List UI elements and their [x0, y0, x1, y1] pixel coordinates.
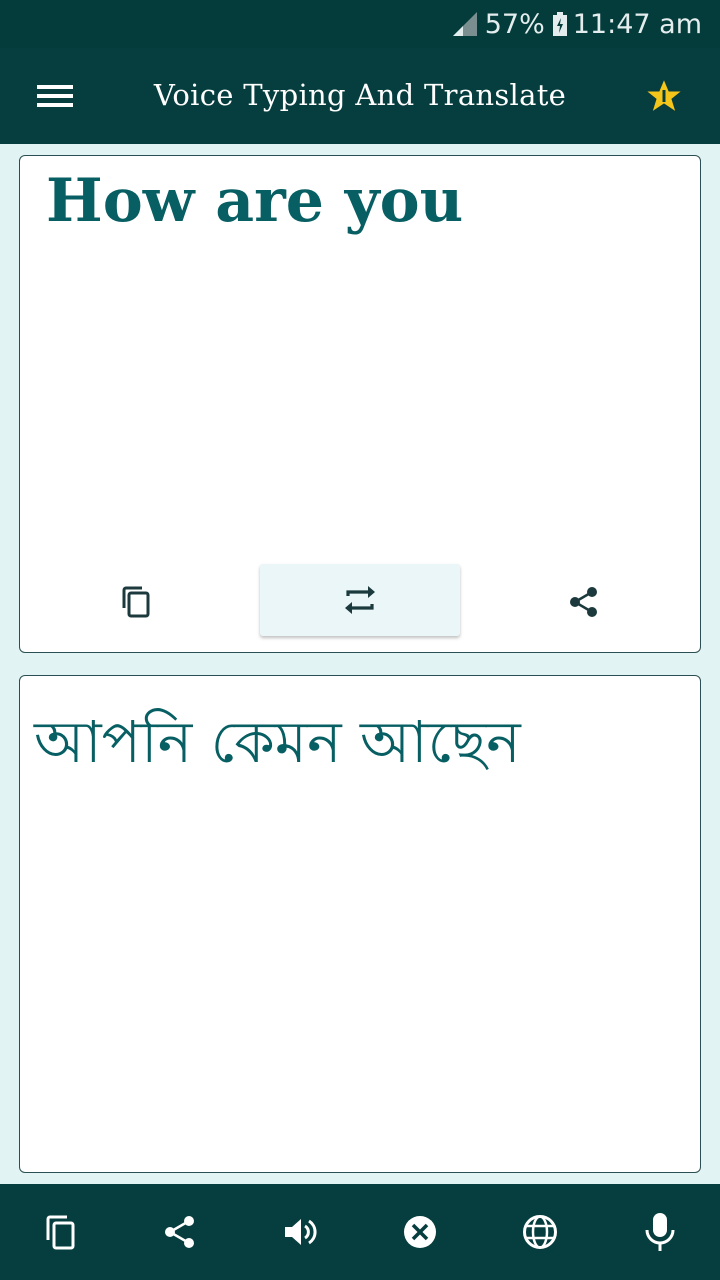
globe-icon [523, 1215, 557, 1249]
copy-translation-button[interactable] [32, 1204, 88, 1260]
swap-icon [345, 586, 375, 614]
translated-text[interactable]: আপনি কেমন আছেন [34, 698, 521, 795]
share-translation-button[interactable] [152, 1204, 208, 1260]
status-bar: 57% 11:47 am [0, 0, 720, 48]
clock: 11:47 am [572, 8, 702, 40]
speaker-icon [285, 1219, 317, 1245]
translated-text-card[interactable]: আপনি কেমন আছেন [19, 675, 701, 1173]
bottom-action-bar [0, 1184, 720, 1280]
source-actions [20, 564, 700, 638]
share-icon [570, 587, 597, 617]
app-bar: Voice Typing And Translate [0, 48, 720, 144]
star-icon[interactable] [644, 76, 684, 116]
copy-source-button[interactable] [106, 574, 166, 630]
share-icon [165, 1216, 194, 1248]
copy-icon [46, 1215, 75, 1250]
mic-icon [645, 1213, 675, 1251]
signal-icon [452, 12, 477, 36]
swap-languages-button[interactable] [260, 564, 460, 636]
battery-percent: 57% [484, 8, 545, 40]
battery-icon [552, 12, 567, 36]
share-source-button[interactable] [554, 574, 614, 630]
source-text[interactable]: How are you [46, 166, 463, 236]
copy-icon [122, 586, 150, 618]
language-button[interactable] [512, 1204, 568, 1260]
clear-text-button[interactable] [392, 1204, 448, 1260]
source-text-card[interactable]: How are you [19, 155, 701, 653]
voice-input-button[interactable] [632, 1204, 688, 1260]
clear-icon [404, 1216, 436, 1248]
page-title: Voice Typing And Translate [153, 78, 567, 112]
speak-translation-button[interactable] [272, 1204, 328, 1260]
